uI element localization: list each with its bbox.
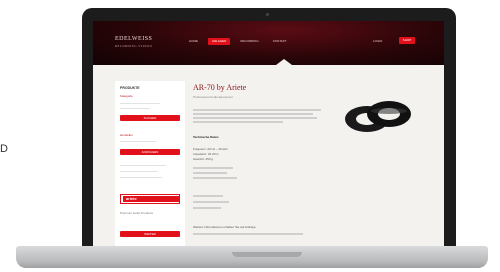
logo-text: EDELWEISS: [115, 36, 153, 42]
nav-item-active[interactable]: ANLAGEN: [208, 38, 231, 45]
logo-subtitle: RECORDING STUDIO: [115, 44, 153, 48]
divider: [120, 165, 166, 166]
divider: [120, 141, 156, 142]
spec-line: Gewicht: 250 g: [193, 157, 214, 161]
sidebar-heading: PRODUKTE: [120, 86, 140, 90]
shop-button[interactable]: SHOP: [399, 37, 415, 44]
divider: [120, 108, 150, 109]
text-line: [193, 172, 227, 174]
text-line: [193, 201, 229, 203]
divider: [120, 103, 160, 104]
divider: [120, 171, 158, 172]
nav-item-recording[interactable]: RECORDING: [236, 38, 262, 45]
search-button[interactable]: SUCHEN: [120, 115, 180, 121]
footer-note: Weitere Informationen erhalten Sie auf A…: [193, 225, 257, 229]
sidebar: PRODUKTE Kategorie SUCHEN Hersteller ANF…: [115, 81, 185, 249]
main-nav: HOME ANLAGEN RECORDING KONTAKT: [185, 38, 291, 45]
headphone-highlight: [371, 108, 407, 114]
divider: [120, 177, 162, 178]
nav-item-home[interactable]: HOME: [185, 38, 202, 45]
main-content: AR-70 by Ariete Professional Audio Equip…: [193, 75, 323, 249]
page-subtitle: Professional Audio Equipment: [193, 95, 234, 99]
text-line: [193, 113, 313, 115]
brand-banner[interactable]: arlete: [120, 194, 180, 204]
text-line: [193, 109, 321, 111]
laptop-base: [16, 246, 488, 268]
text-line: [193, 177, 237, 179]
spec-heading: Technische Daten: [193, 135, 219, 139]
sidebar-link-manufacturer[interactable]: Hersteller: [120, 133, 133, 137]
laptop-screen: EDELWEISS RECORDING STUDIO HOME ANLAGEN …: [93, 21, 444, 251]
site-logo[interactable]: EDELWEISS RECORDING STUDIO: [115, 36, 152, 50]
text-line: [193, 233, 303, 235]
text-line: [193, 121, 283, 123]
brand-caption: Premium Audio Products: [120, 211, 154, 215]
next-button[interactable]: WEITER: [120, 231, 180, 237]
product-image: [345, 101, 411, 132]
sidebar-link-category[interactable]: Kategorie: [120, 94, 133, 98]
nav-item-contact[interactable]: KONTAKT: [269, 38, 291, 45]
site-header: EDELWEISS RECORDING STUDIO HOME ANLAGEN …: [93, 21, 444, 65]
webcam-icon: [266, 13, 269, 16]
text-line: [193, 207, 221, 209]
request-button[interactable]: ANFRAGEN: [120, 149, 180, 155]
login-link[interactable]: LOGIN: [373, 39, 382, 43]
page-title: AR-70 by Ariete: [193, 83, 247, 92]
text-line: [193, 167, 233, 169]
stray-text: D: [0, 143, 8, 155]
text-line: [193, 195, 223, 197]
header-notch: [276, 59, 292, 65]
spec-line: Impedanz: 32 Ohm: [193, 152, 219, 156]
laptop-hinge: [232, 252, 302, 257]
spec-line: Frequenz: 20 Hz – 20 kHz: [193, 147, 228, 151]
text-line: [193, 117, 317, 119]
brand-logo: arlete: [123, 196, 180, 202]
